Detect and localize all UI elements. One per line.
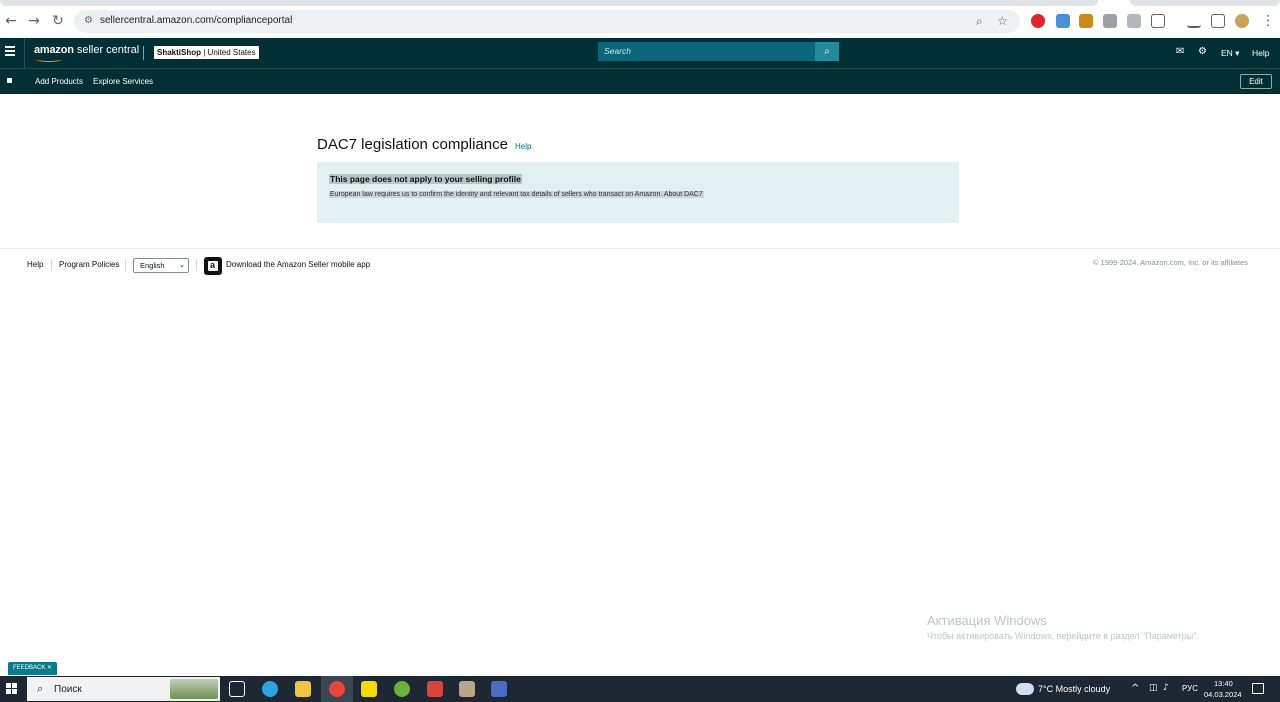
- taskbar-search[interactable]: ⌕ Поиск: [27, 677, 220, 701]
- app-icon[interactable]: [459, 681, 475, 697]
- download-icon[interactable]: [1187, 14, 1201, 28]
- program-policies-link[interactable]: Program Policies: [59, 260, 119, 269]
- amazon-smile-icon: [36, 57, 62, 62]
- telegram-icon[interactable]: [262, 681, 278, 697]
- store-switcher[interactable]: ShaktiShop | United States: [154, 46, 259, 59]
- windows-activation-text: Чтобы активировать Windows, перейдите в …: [927, 631, 1199, 641]
- input-language[interactable]: РУС: [1182, 684, 1198, 693]
- download-app-link[interactable]: Download the Amazon Seller mobile app: [226, 260, 370, 269]
- address-bar[interactable]: ⚙ sellercentral.amazon.com/compliancepor…: [74, 10, 1020, 33]
- reload-icon[interactable]: ↻: [50, 13, 66, 29]
- language-switcher[interactable]: EN ▾: [1221, 47, 1239, 59]
- extensions-puzzle-icon[interactable]: [1151, 14, 1165, 28]
- divider: [51, 259, 52, 271]
- notifications-icon[interactable]: [1252, 683, 1264, 694]
- bookmark-bar: Add Products Explore Services Edit: [0, 68, 1280, 94]
- search-icon: ⌕: [37, 682, 44, 695]
- back-icon[interactable]: ←: [3, 13, 19, 29]
- help-link[interactable]: Help: [515, 142, 531, 151]
- footer-divider: [0, 248, 1280, 249]
- volume-icon[interactable]: ♪: [1163, 683, 1169, 693]
- feedback-button[interactable]: FEEDBACK ✕: [8, 662, 58, 675]
- search-highlight-image: [170, 679, 218, 699]
- help-link[interactable]: Help: [1252, 47, 1269, 59]
- network-icon[interactable]: ◫: [1149, 683, 1158, 693]
- app-icon[interactable]: [427, 681, 443, 697]
- search-label: Поиск: [54, 684, 82, 695]
- mail-icon[interactable]: ✉: [1176, 46, 1184, 58]
- menu-kebab-icon[interactable]: ⋮: [1260, 13, 1276, 29]
- chevron-down-icon: ⌄: [179, 261, 185, 269]
- alert-heading: This page does not apply to your selling…: [329, 174, 522, 184]
- tab-strip-right: [1130, 0, 1280, 6]
- search-input[interactable]: Search: [598, 42, 815, 61]
- profile-avatar[interactable]: [1235, 14, 1249, 28]
- tray-chevron-up-icon[interactable]: ^: [1131, 683, 1139, 694]
- windows-start-icon[interactable]: [6, 683, 17, 694]
- clock-date[interactable]: 04.03.2024: [1204, 690, 1242, 699]
- info-alert: This page does not apply to your selling…: [317, 162, 959, 223]
- app-icon[interactable]: [491, 681, 507, 697]
- chrome-icon[interactable]: [329, 681, 345, 697]
- tab-strip: [0, 0, 1098, 6]
- divider: [196, 259, 197, 271]
- divider: [143, 46, 144, 60]
- copyright: © 1999-2024, Amazon.com, Inc. or its aff…: [1092, 258, 1248, 267]
- extension-icon[interactable]: [1127, 14, 1141, 28]
- task-view-icon[interactable]: [229, 681, 245, 697]
- windows-activation-title: Активация Windows: [927, 613, 1047, 628]
- seller-central-logo[interactable]: amazon seller central: [34, 44, 139, 56]
- utorrent-icon[interactable]: [394, 681, 410, 697]
- zoom-icon[interactable]: ⌕: [976, 14, 983, 28]
- seller-central-header: amazon seller central ShaktiShop | Unite…: [0, 38, 1280, 68]
- weather-text[interactable]: 7°C Mostly cloudy: [1038, 684, 1110, 694]
- browser-toolbar: ← → ↻ ⚙ sellercentral.amazon.com/complia…: [0, 0, 1280, 38]
- search-icon[interactable]: ⌕: [815, 42, 839, 61]
- forward-icon[interactable]: →: [26, 13, 42, 29]
- divider: [24, 38, 25, 68]
- footer-help-link[interactable]: Help: [27, 260, 43, 269]
- file-explorer-icon[interactable]: [295, 681, 311, 697]
- clock-time[interactable]: 13:40: [1214, 679, 1233, 688]
- extension-icon[interactable]: [1079, 14, 1093, 28]
- edit-button[interactable]: Edit: [1240, 74, 1272, 89]
- windows-taskbar: ⌕ Поиск 7°C Mostly cloudy ^ ◫ ♪ РУС 13:4…: [0, 676, 1280, 702]
- amazon-app-icon[interactable]: a: [204, 257, 222, 275]
- explore-services-link[interactable]: Explore Services: [93, 76, 153, 87]
- divider: [125, 259, 126, 271]
- bookmark-icon[interactable]: [7, 78, 12, 83]
- page-title: DAC7 legislation compliance: [317, 136, 508, 153]
- site-info-icon[interactable]: ⚙: [84, 15, 96, 27]
- opera-extension-icon[interactable]: [1031, 14, 1045, 28]
- url-text[interactable]: sellercentral.amazon.com/complianceporta…: [100, 15, 292, 26]
- add-products-link[interactable]: Add Products: [35, 76, 83, 87]
- extension-icon[interactable]: [1056, 14, 1070, 28]
- weather-cloud-icon[interactable]: [1016, 683, 1034, 695]
- gear-icon[interactable]: ⚙: [1198, 46, 1207, 58]
- bookmark-star-icon[interactable]: ☆: [997, 14, 1008, 28]
- sidepanel-icon[interactable]: [1211, 14, 1225, 28]
- extension-icon[interactable]: [1103, 14, 1117, 28]
- alert-text: European law requires us to confirm the …: [329, 191, 704, 198]
- hamburger-menu-icon[interactable]: [5, 46, 15, 56]
- language-select[interactable]: English ⌄: [133, 258, 189, 273]
- sticky-notes-icon[interactable]: [361, 681, 377, 697]
